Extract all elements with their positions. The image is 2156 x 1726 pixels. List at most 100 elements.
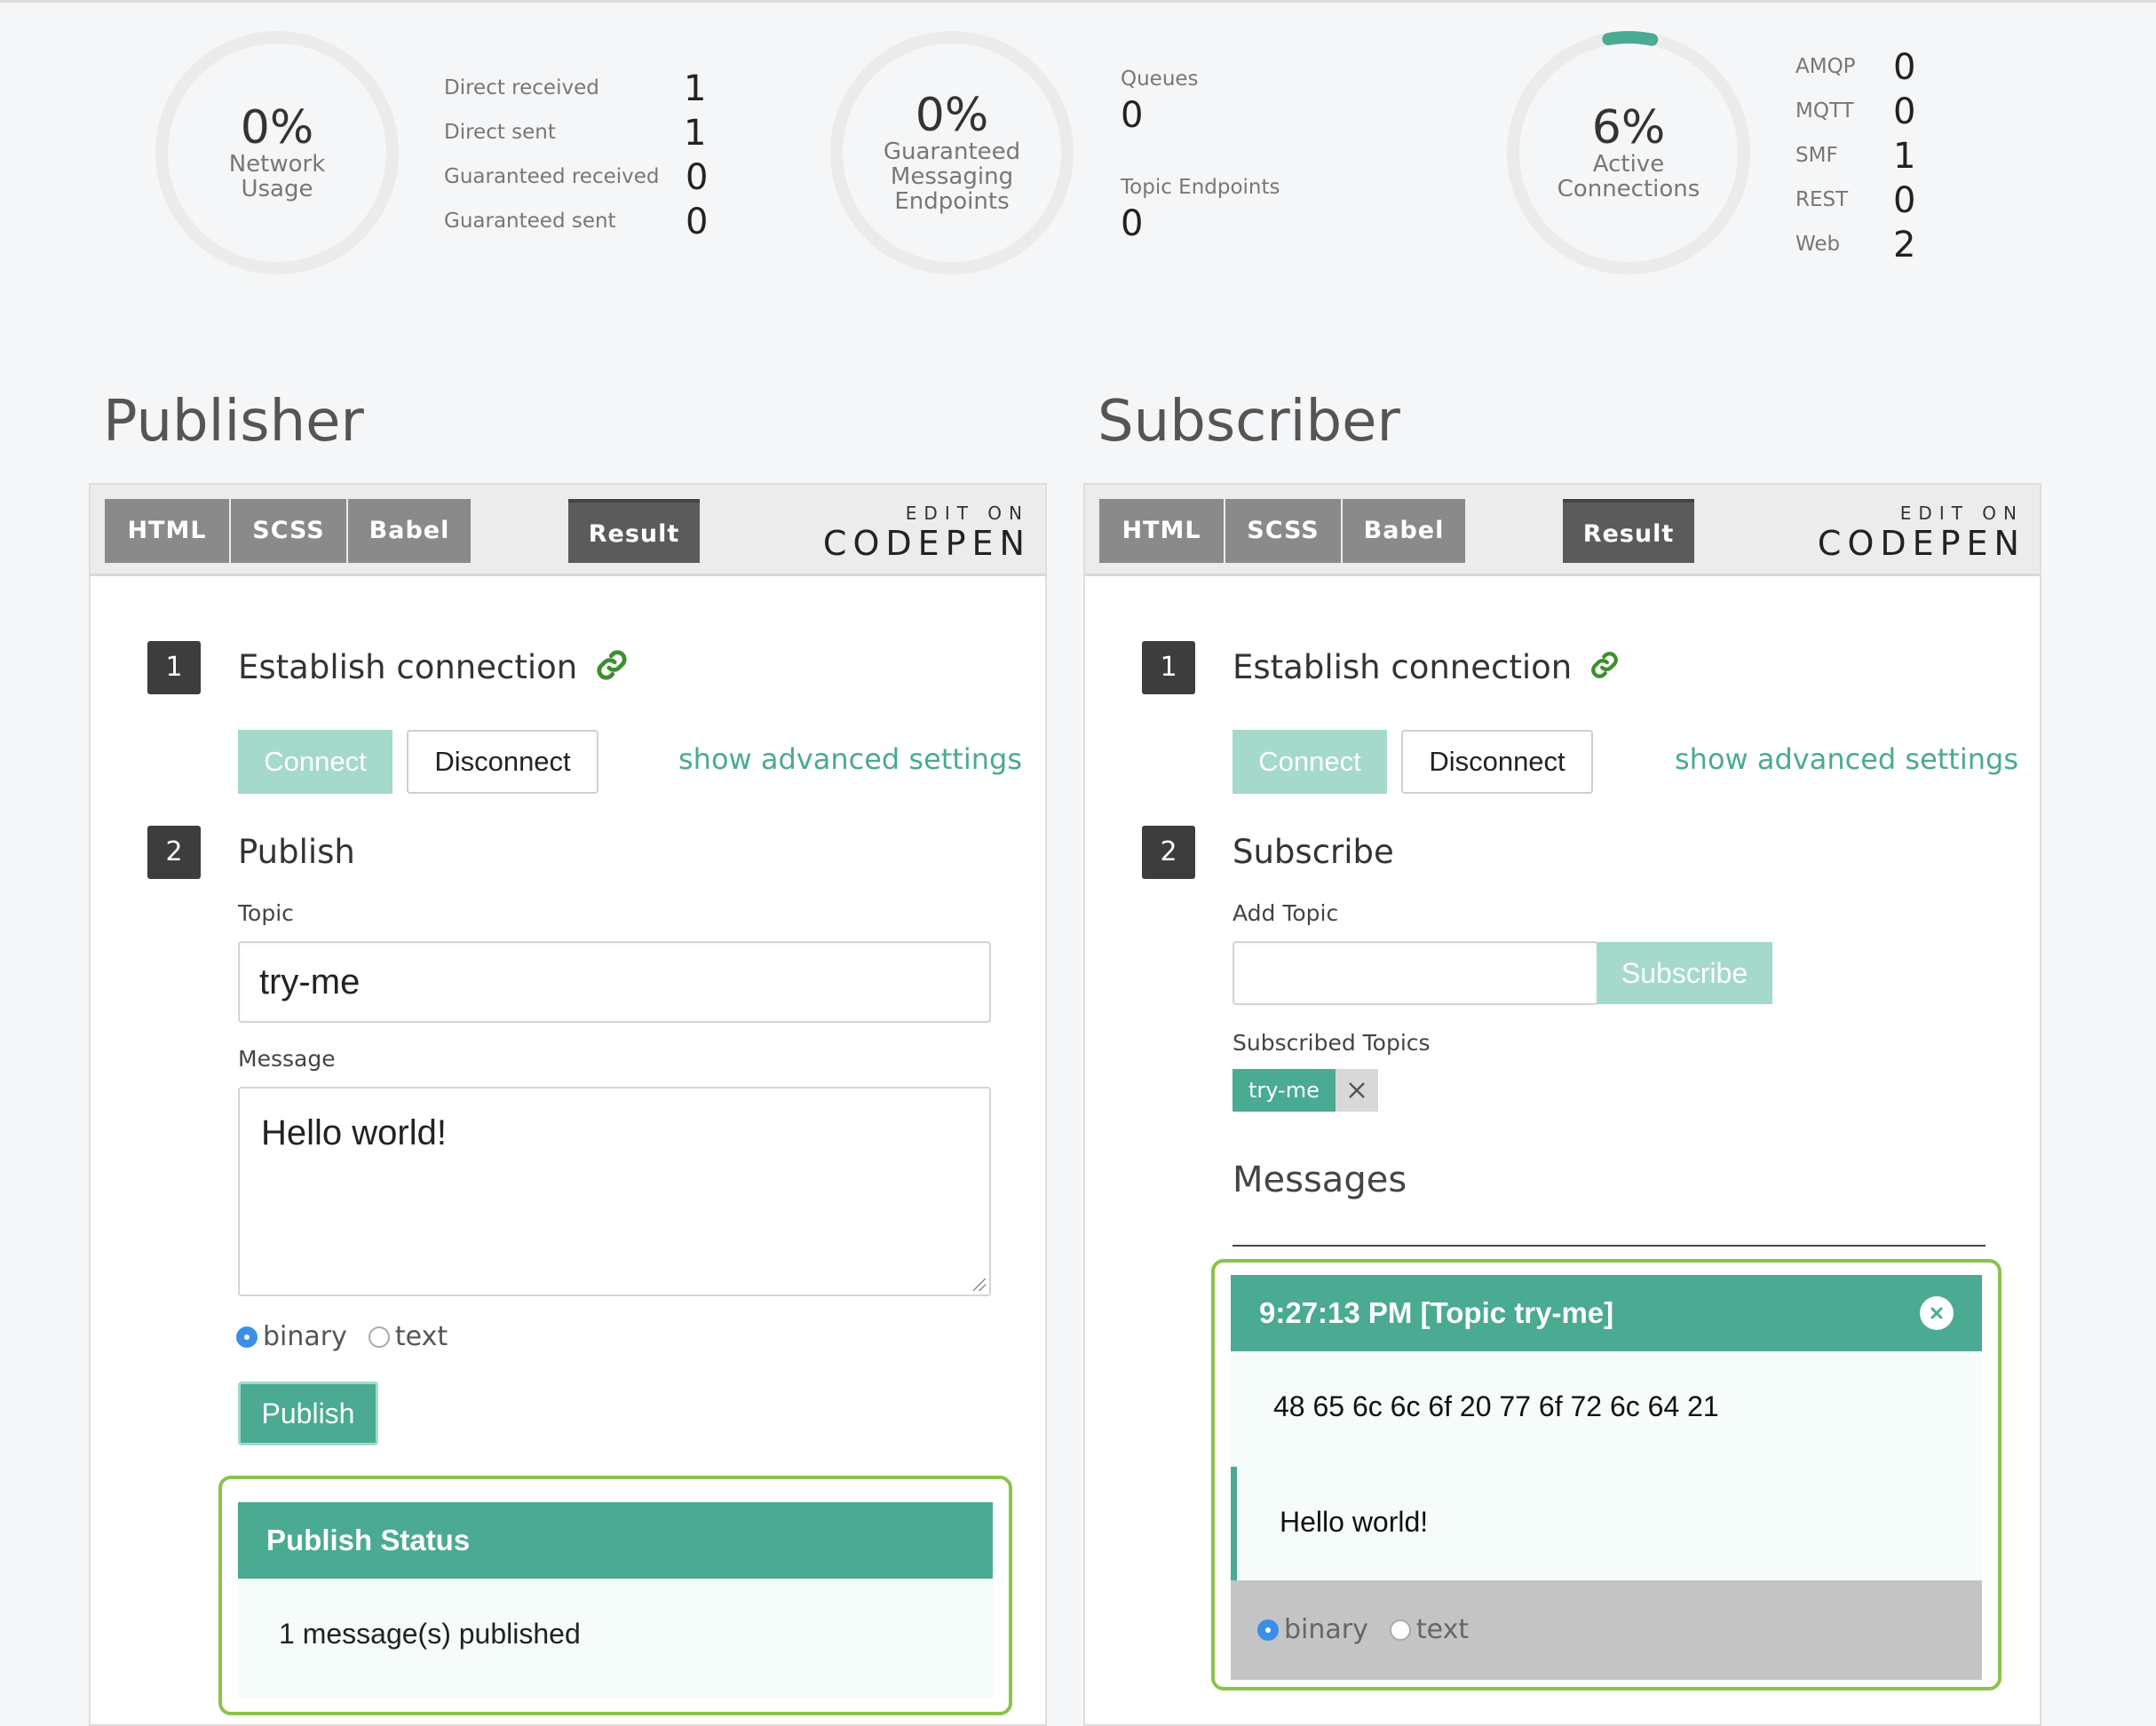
step-2-title: Publish: [238, 833, 355, 871]
guaranteed-sent-value: 0: [686, 202, 709, 242]
resize-handle[interactable]: [973, 1279, 986, 1291]
endpoints-gauge: 0% Guaranteed Messaging Endpoints: [826, 27, 1078, 279]
smf-label: SMF: [1795, 144, 1838, 167]
tab-result[interactable]: Result: [568, 499, 700, 563]
rest-label: REST: [1795, 188, 1849, 211]
text-radio[interactable]: [368, 1326, 390, 1348]
amqp-label: AMQP: [1795, 55, 1856, 78]
tab-html[interactable]: HTML: [105, 499, 229, 563]
binary-radio[interactable]: [236, 1326, 258, 1348]
guaranteed-sent-label: Guaranteed sent: [444, 210, 616, 233]
topic-tag-label: try-me: [1233, 1069, 1336, 1112]
tab-scss[interactable]: SCSS: [1225, 499, 1341, 563]
text-radio[interactable]: [1389, 1619, 1411, 1641]
message-header-text: 9:27:13 PM [Topic try-me]: [1259, 1296, 1614, 1329]
topic-label: Topic: [238, 900, 294, 926]
message-label: Message: [238, 1046, 336, 1072]
publish-status-body: 1 message(s) published: [238, 1579, 993, 1698]
text-radio-label[interactable]: text: [395, 1321, 448, 1352]
publish-button[interactable]: Publish: [238, 1382, 378, 1445]
codepen-logo[interactable]: CODEPEN: [1818, 524, 2025, 563]
message-hex: 48 65 6c 6c 6f 20 77 6f 72 6c 64 21: [1273, 1390, 1719, 1422]
edit-on-label[interactable]: EDIT ON: [906, 503, 1029, 524]
codepen-toolbar: HTML SCSS Babel Result EDIT ON CODEPEN: [1085, 485, 2040, 576]
edit-on-label[interactable]: EDIT ON: [1900, 503, 2024, 524]
step-2-badge: 2: [147, 826, 201, 879]
link-icon: [1589, 650, 1620, 688]
endpoints-percent: 0%: [915, 88, 989, 142]
message-textarea[interactable]: Hello world!: [238, 1087, 991, 1296]
publish-status-box: Publish Status 1 message(s) published: [218, 1476, 1012, 1715]
subscribe-button[interactable]: Subscribe: [1597, 942, 1772, 1004]
message-format-bar: binary text: [1231, 1580, 1982, 1680]
message-text-block: Hello world!: [1231, 1467, 1982, 1580]
message-header: 9:27:13 PM [Topic try-me]: [1231, 1275, 1982, 1351]
codepen-toolbar: HTML SCSS Babel Result EDIT ON CODEPEN: [91, 485, 1045, 576]
smf-value: 1: [1893, 136, 1916, 177]
step-1-title: Establish connection: [238, 648, 629, 690]
message-text: Hello world!: [261, 1113, 447, 1152]
subscribed-topics-label: Subscribed Topics: [1233, 1030, 1431, 1056]
direct-received-value: 1: [684, 68, 707, 109]
step-1-badge: 1: [1142, 641, 1195, 694]
publish-status-text: 1 message(s) published: [279, 1618, 581, 1650]
subscribed-topic-tag: try-me: [1233, 1069, 1378, 1112]
rest-value: 0: [1893, 180, 1916, 221]
show-advanced-settings-link[interactable]: show advanced settings: [678, 742, 1022, 776]
disconnect-button[interactable]: Disconnect: [407, 730, 598, 794]
add-topic-label: Add Topic: [1233, 900, 1339, 926]
amqp-value: 0: [1893, 47, 1916, 88]
connect-button[interactable]: Connect: [1233, 730, 1387, 794]
received-message-box: 9:27:13 PM [Topic try-me] 48 65 6c 6c 6f…: [1211, 1259, 2001, 1690]
add-topic-input[interactable]: [1233, 941, 1598, 1005]
binary-radio-label[interactable]: binary: [263, 1321, 347, 1352]
publish-format-radios: binary text: [236, 1321, 469, 1352]
publisher-title: Publisher: [103, 389, 364, 455]
direct-sent-label: Direct sent: [444, 121, 556, 144]
message-text: Hello world!: [1280, 1506, 1429, 1538]
establish-connection-label: Establish connection: [238, 648, 578, 686]
top-border: [0, 0, 2156, 3]
step-1-badge: 1: [147, 641, 201, 694]
text-radio-label[interactable]: text: [1416, 1614, 1469, 1645]
queues-label: Queues: [1121, 67, 1199, 91]
mqtt-value: 0: [1893, 91, 1916, 132]
active-connections-percent: 6%: [1591, 100, 1666, 154]
tab-babel[interactable]: Babel: [1343, 499, 1465, 563]
topic-endpoints-label: Topic Endpoints: [1121, 176, 1280, 199]
network-usage-gauge: 0% Network Usage: [151, 27, 403, 279]
step-1-title: Establish connection: [1233, 648, 1620, 688]
establish-connection-label: Establish connection: [1233, 648, 1573, 686]
active-connections-gauge: 6% Active Connections: [1502, 27, 1755, 279]
link-icon: [595, 648, 629, 690]
message-format-radios: binary text: [1257, 1614, 1490, 1645]
web-label: Web: [1795, 233, 1841, 256]
tab-babel[interactable]: Babel: [348, 499, 471, 563]
active-connections-label: Active Connections: [1557, 151, 1700, 203]
remove-topic-icon[interactable]: [1335, 1069, 1378, 1112]
tab-html[interactable]: HTML: [1099, 499, 1224, 563]
publisher-panel: HTML SCSS Babel Result EDIT ON CODEPEN 1…: [89, 483, 1047, 1726]
web-value: 2: [1893, 225, 1916, 265]
direct-sent-value: 1: [684, 113, 707, 154]
connect-button[interactable]: Connect: [238, 730, 392, 794]
network-usage-label: Network Usage: [228, 151, 326, 203]
mqtt-label: MQTT: [1795, 99, 1854, 123]
network-usage-percent: 0%: [240, 100, 314, 154]
topic-input[interactable]: [238, 941, 991, 1023]
subscriber-panel: HTML SCSS Babel Result EDIT ON CODEPEN 1…: [1083, 483, 2041, 1726]
step-2-title: Subscribe: [1233, 833, 1394, 871]
close-message-icon[interactable]: [1920, 1296, 1954, 1330]
disconnect-button[interactable]: Disconnect: [1401, 730, 1593, 794]
binary-radio[interactable]: [1257, 1619, 1279, 1641]
tab-scss[interactable]: SCSS: [231, 499, 346, 563]
publish-status-title: Publish Status: [238, 1502, 993, 1579]
topic-endpoints-value: 0: [1121, 203, 1144, 244]
queues-value: 0: [1121, 95, 1144, 136]
guaranteed-received-label: Guaranteed received: [444, 165, 660, 188]
binary-radio-label[interactable]: binary: [1284, 1614, 1368, 1645]
codepen-logo[interactable]: CODEPEN: [823, 524, 1031, 563]
endpoints-label: Guaranteed Messaging Endpoints: [883, 139, 1021, 216]
show-advanced-settings-link[interactable]: show advanced settings: [1675, 742, 2018, 776]
tab-result[interactable]: Result: [1563, 499, 1694, 563]
